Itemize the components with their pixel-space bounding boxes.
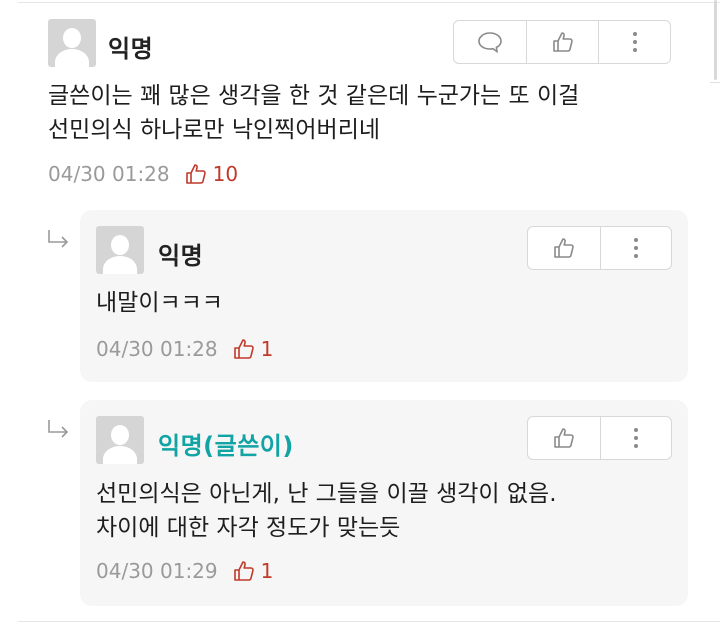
reply-arrow-icon bbox=[48, 420, 69, 438]
more-vertical-icon bbox=[632, 32, 637, 52]
like-count-value: 10 bbox=[212, 162, 239, 186]
reply-author: 익명 bbox=[158, 242, 204, 270]
more-button[interactable] bbox=[599, 417, 672, 459]
comment-meta: 04/30 01:28 10 bbox=[48, 161, 238, 187]
comment-author: 익명 bbox=[108, 35, 154, 63]
thumbs-up-icon bbox=[233, 561, 254, 581]
more-button[interactable] bbox=[599, 227, 672, 269]
reply-meta: 04/30 01:28 1 bbox=[96, 336, 273, 362]
timestamp: 04/30 01:28 bbox=[48, 162, 170, 186]
like-count-value: 1 bbox=[260, 337, 274, 361]
top-divider bbox=[18, 2, 720, 3]
avatar bbox=[48, 19, 96, 67]
reply-arrow-icon bbox=[48, 230, 69, 248]
thumbs-up-icon bbox=[552, 32, 573, 52]
comment-action-bar bbox=[453, 20, 671, 64]
thumbs-up-icon bbox=[233, 339, 254, 359]
reply-text: 선민의식은 아닌게, 난 그들을 이끌 생각이 없음. 차이에 대한 자각 정도… bbox=[96, 481, 557, 541]
like-button[interactable] bbox=[528, 417, 600, 459]
avatar bbox=[96, 226, 144, 274]
reply-card: 익명 내말이ㅋㅋㅋ 04/30 01:28 1 bbox=[80, 210, 688, 382]
reply-button[interactable] bbox=[454, 21, 526, 63]
like-button[interactable] bbox=[528, 227, 600, 269]
more-vertical-icon bbox=[633, 428, 638, 448]
reply-action-bar bbox=[527, 416, 672, 460]
more-button[interactable] bbox=[598, 21, 670, 63]
speech-bubble-icon bbox=[478, 32, 502, 53]
comment-text: 글쓴이는 꽤 많은 생각을 한 것 같은데 누군가는 또 이걸 선민의식 하나로… bbox=[48, 83, 580, 143]
bottom-divider bbox=[18, 621, 720, 622]
like-count: 10 bbox=[184, 162, 238, 186]
scroll-edge bbox=[708, 0, 720, 83]
reply-card: 익명(글쓴이) 선민의식은 아닌게, 난 그들을 이끌 생각이 없음. 차이에 … bbox=[80, 400, 688, 606]
thumbs-up-icon bbox=[553, 428, 574, 448]
avatar bbox=[96, 416, 144, 464]
thumbs-up-icon bbox=[553, 238, 574, 258]
like-count: 1 bbox=[232, 559, 274, 583]
like-count-value: 1 bbox=[260, 559, 274, 583]
reply-action-bar bbox=[527, 226, 672, 270]
reply-text: 내말이ㅋㅋㅋ bbox=[96, 290, 223, 316]
like-count: 1 bbox=[232, 337, 274, 361]
thumbs-up-icon bbox=[185, 164, 206, 184]
reply-meta: 04/30 01:29 1 bbox=[96, 558, 273, 584]
reply-author-op: 익명(글쓴이) bbox=[158, 432, 294, 460]
timestamp: 04/30 01:29 bbox=[96, 559, 218, 583]
more-vertical-icon bbox=[633, 238, 638, 258]
like-button[interactable] bbox=[526, 21, 598, 63]
timestamp: 04/30 01:28 bbox=[96, 337, 218, 361]
